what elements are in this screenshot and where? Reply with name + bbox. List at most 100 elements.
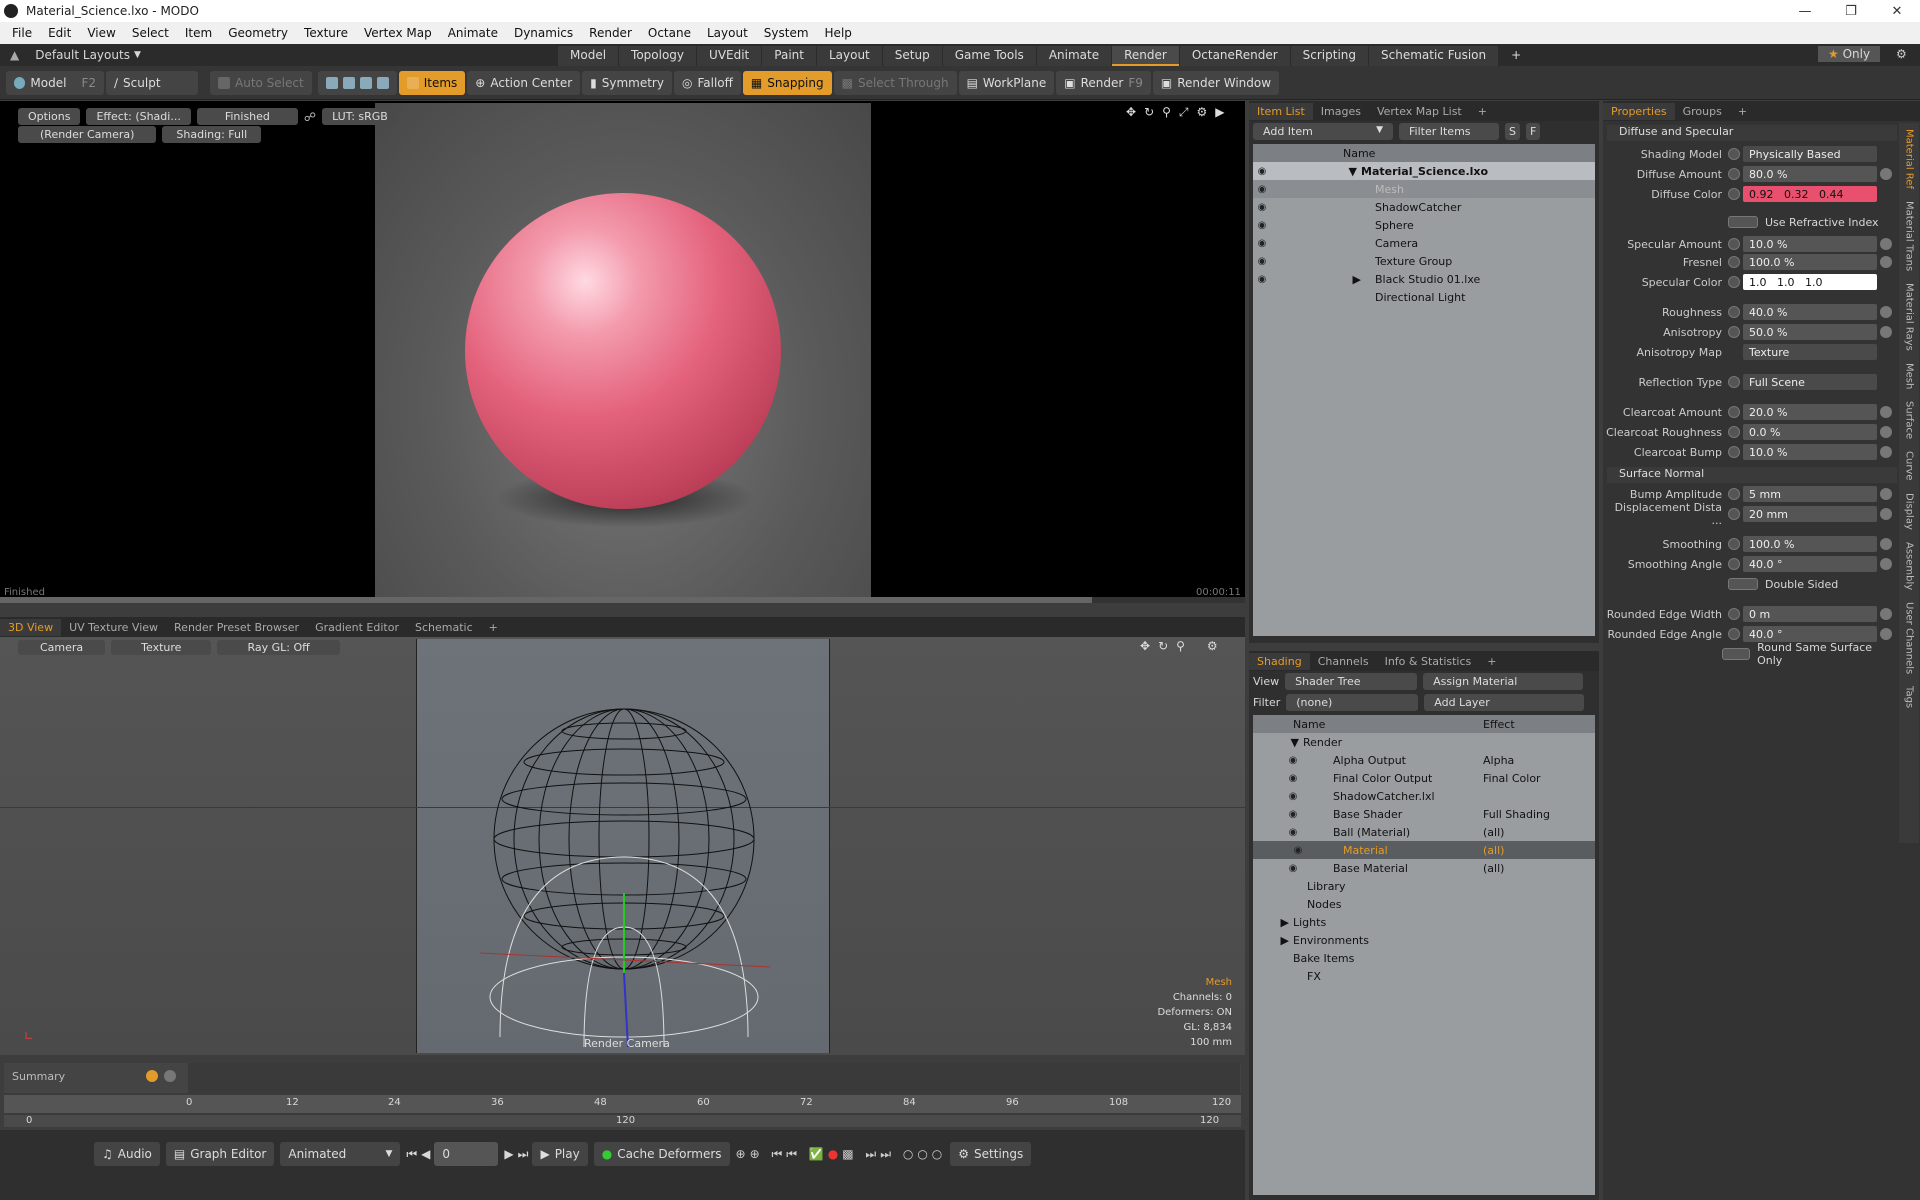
- menu-render[interactable]: Render: [581, 26, 640, 40]
- shading-model-dropdown[interactable]: Physically Based: [1743, 146, 1877, 162]
- tree-row[interactable]: ◉ ▼ Material_Science.lxo: [1253, 162, 1595, 180]
- clearcoat-roughness-field[interactable]: 0.0 %: [1743, 424, 1877, 440]
- keyframe-radio[interactable]: [1728, 558, 1740, 570]
- anisotropy-field[interactable]: 50.0 %: [1743, 324, 1877, 340]
- keyframe-radio[interactable]: [1728, 256, 1740, 268]
- maximize-icon[interactable]: ❐: [1828, 0, 1874, 22]
- keyframe-radio[interactable]: [1728, 538, 1740, 550]
- side-tab-material-trans[interactable]: Material Trans: [1904, 195, 1915, 277]
- tab-uvedit[interactable]: UVEdit: [697, 46, 762, 66]
- first-frame-icon[interactable]: ⏮: [406, 1147, 417, 1162]
- action-center-button[interactable]: ⊕ Action Center: [467, 70, 581, 95]
- cache-deformers-button[interactable]: ● Cache Deformers: [593, 1142, 730, 1166]
- slider-icon[interactable]: [1880, 508, 1892, 520]
- slider-icon[interactable]: [1880, 446, 1892, 458]
- prev-frame-icon[interactable]: ◀: [421, 1147, 430, 1161]
- minimize-icon[interactable]: —: [1782, 0, 1828, 22]
- texture-dropdown[interactable]: Texture: [111, 640, 212, 655]
- record-icon[interactable]: [146, 1070, 158, 1082]
- side-tab-material-ref[interactable]: Material Ref: [1904, 123, 1915, 195]
- select-modes[interactable]: [317, 70, 397, 95]
- move-icon[interactable]: ✥: [1126, 105, 1136, 120]
- play-icon[interactable]: ▶: [1215, 105, 1224, 120]
- only-button[interactable]: ★ Only: [1818, 46, 1881, 62]
- keyframe-radio[interactable]: [1728, 376, 1740, 388]
- section-surface-normal[interactable]: Surface Normal: [1607, 467, 1897, 483]
- shader-row[interactable]: FX: [1253, 967, 1595, 985]
- slider-icon[interactable]: [1880, 256, 1892, 268]
- shading-dropdown[interactable]: Shading: Full: [162, 126, 262, 143]
- menu-edit[interactable]: Edit: [40, 26, 79, 40]
- tab-game-tools[interactable]: Game Tools: [942, 46, 1036, 66]
- tab-vertex-map-list[interactable]: Vertex Map List: [1369, 103, 1470, 120]
- shader-row[interactable]: ◉ Ball (Material) (all): [1253, 823, 1595, 841]
- reflection-type-dropdown[interactable]: Full Scene: [1743, 374, 1877, 390]
- slider-icon[interactable]: [1880, 406, 1892, 418]
- keyframe-radio[interactable]: [1728, 188, 1740, 200]
- smoothing-field[interactable]: 100.0 %: [1743, 536, 1877, 552]
- workplane-button[interactable]: ▤ WorkPlane: [958, 70, 1055, 95]
- animated-dropdown[interactable]: Animated ▼: [280, 1142, 401, 1166]
- assign-material-button[interactable]: Assign Material: [1423, 673, 1584, 690]
- section-diffuse-specular[interactable]: Diffuse and Specular: [1607, 125, 1897, 141]
- clearcoat-bump-field[interactable]: 10.0 %: [1743, 444, 1877, 460]
- diffuse-amount-field[interactable]: 80.0 %: [1743, 166, 1877, 182]
- render-window-button[interactable]: ▣ Render Window: [1152, 70, 1280, 95]
- items-button[interactable]: Items: [398, 70, 466, 95]
- tab-channels[interactable]: Channels: [1310, 653, 1377, 670]
- menu-select[interactable]: Select: [124, 26, 177, 40]
- tab-layout[interactable]: Layout: [816, 46, 882, 66]
- eye-icon[interactable]: ◉: [1253, 274, 1271, 285]
- select-through-button[interactable]: ▩ Select Through: [833, 70, 957, 95]
- snapping-button[interactable]: ▦ Snapping: [742, 70, 832, 95]
- graph-editor-button[interactable]: ▤ Graph Editor: [165, 1142, 275, 1166]
- shader-row[interactable]: ◉ Final Color Output Final Color: [1253, 769, 1595, 787]
- layout-dropdown[interactable]: Default Layouts: [35, 48, 130, 62]
- keyframe-radio[interactable]: [1728, 148, 1740, 160]
- lut-dropdown[interactable]: LUT: sRGB: [322, 108, 398, 125]
- tree-row[interactable]: ◉ Mesh: [1253, 180, 1595, 198]
- expand-icon[interactable]: ▼: [1253, 736, 1303, 749]
- expand-icon[interactable]: ▶: [1253, 934, 1293, 947]
- shader-row[interactable]: ▶ Lights: [1253, 913, 1595, 931]
- tree-row[interactable]: ◉ ShadowCatcher: [1253, 198, 1595, 216]
- eye-icon[interactable]: ◉: [1253, 220, 1271, 231]
- eye-icon[interactable]: ◉: [1253, 184, 1271, 195]
- dopesheet-track[interactable]: [188, 1063, 1240, 1093]
- key-tools-icon[interactable]: ⊕⊕ ⏮⏮ ✅●▩ ⏭⏭ ○○○: [736, 1147, 947, 1162]
- eye-icon[interactable]: ◉: [1253, 755, 1333, 766]
- add-tab-icon[interactable]: +: [1499, 46, 1533, 66]
- add-layer-dropdown[interactable]: Add Layer: [1424, 694, 1585, 711]
- menu-dynamics[interactable]: Dynamics: [506, 26, 581, 40]
- gear-icon[interactable]: ⚙: [1896, 47, 1907, 61]
- tab-model[interactable]: Model: [558, 46, 619, 66]
- range-bar[interactable]: 0 120 120: [4, 1115, 1241, 1127]
- frame-input[interactable]: 0: [434, 1142, 499, 1166]
- specular-color-field[interactable]: 1.0 1.0 1.0: [1743, 274, 1877, 290]
- next-frame-icon[interactable]: ▶: [504, 1147, 513, 1161]
- sculpt-button[interactable]: ∕ Sculpt: [106, 70, 198, 95]
- menu-octane[interactable]: Octane: [640, 26, 699, 40]
- tab-render-preset-browser[interactable]: Render Preset Browser: [166, 619, 307, 636]
- close-icon[interactable]: ✕: [1874, 0, 1920, 22]
- tab-render[interactable]: Render: [1112, 46, 1179, 66]
- settings-icon[interactable]: ⚙: [1197, 105, 1208, 120]
- settings-icon[interactable]: ⚙: [1207, 639, 1218, 653]
- keyframe-radio[interactable]: [1728, 608, 1740, 620]
- eye-icon[interactable]: ◉: [1253, 791, 1333, 802]
- slider-icon[interactable]: [1880, 168, 1892, 180]
- layout-arrow-icon[interactable]: ▲: [10, 48, 19, 62]
- rotate-icon[interactable]: ↻: [1144, 105, 1154, 120]
- tab-groups[interactable]: Groups: [1675, 103, 1730, 120]
- smoothing-angle-field[interactable]: 40.0 °: [1743, 556, 1877, 572]
- eye-icon[interactable]: ◉: [1253, 202, 1271, 213]
- tab-scripting[interactable]: Scripting: [1290, 46, 1369, 66]
- tree-row[interactable]: Directional Light: [1253, 288, 1595, 306]
- add-viewport-tab-icon[interactable]: +: [481, 619, 506, 636]
- keyframe-radio[interactable]: [1728, 446, 1740, 458]
- side-tab-assembly[interactable]: Assembly: [1904, 536, 1915, 596]
- menu-animate[interactable]: Animate: [440, 26, 506, 40]
- eye-icon[interactable]: ◉: [1253, 166, 1271, 177]
- side-tab-surface[interactable]: Surface: [1904, 395, 1915, 445]
- shader-row[interactable]: ▼ Render: [1253, 733, 1595, 751]
